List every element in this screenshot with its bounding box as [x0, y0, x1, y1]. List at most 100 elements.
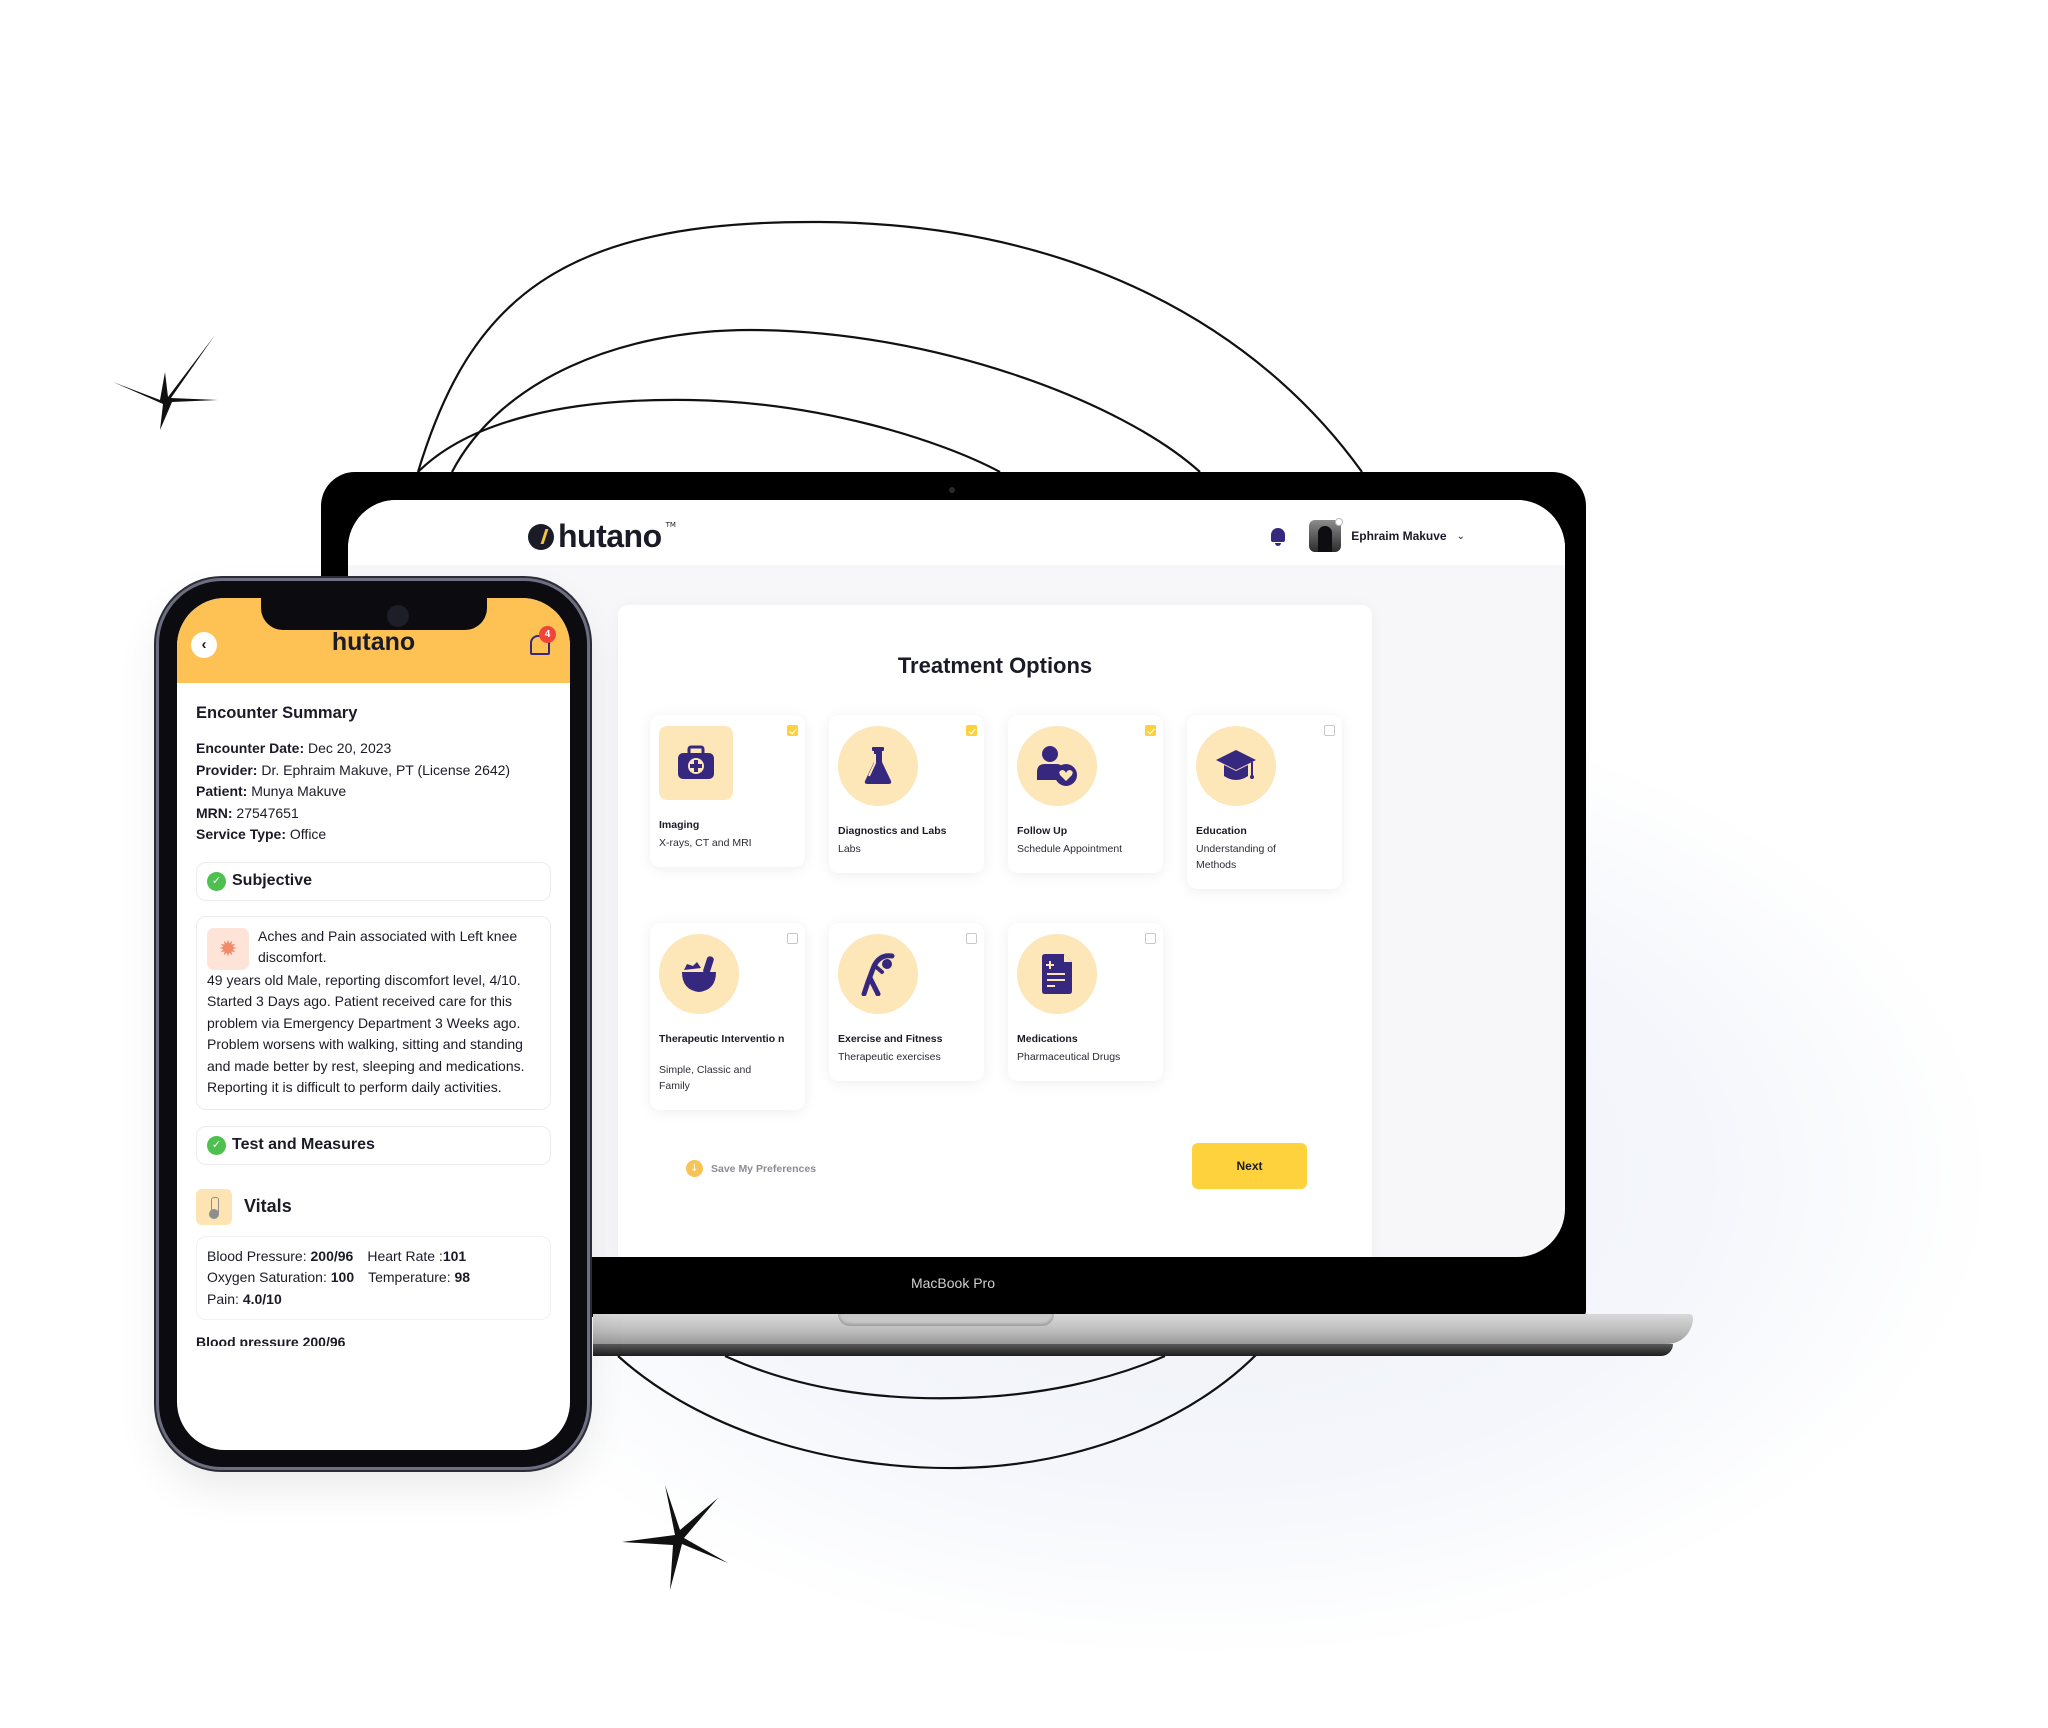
check-circle-icon: ✓ — [207, 871, 226, 891]
section-label: Test and Measures — [232, 1136, 375, 1153]
app-header: hutano TM Ephraim Makuve ⌄ — [348, 500, 1565, 565]
option-education[interactable]: Education Understanding of Methods — [1187, 715, 1342, 889]
field-value: Dr. Ephraim Makuve, PT (License 2642) — [257, 761, 511, 778]
vitals-row: Pain: 4.0/10 — [207, 1289, 540, 1311]
vital-value: 200/96 — [310, 1247, 354, 1264]
stretching-person-icon — [838, 934, 918, 1014]
user-menu[interactable]: Ephraim Makuve ⌄ — [1271, 518, 1465, 552]
field-value: Munya Makuve — [247, 783, 347, 799]
option-description: Therapeutic exercises — [838, 1051, 941, 1063]
option-therapeutic-intervention[interactable]: Therapeutic Interventio n Simple, Classi… — [650, 923, 805, 1110]
vital-value: 98 — [454, 1269, 471, 1285]
field-value: 27547651 — [232, 804, 299, 821]
complaint-card: ✹ Aches and Pain associated with Left kn… — [196, 915, 551, 1110]
vitals-header: Vitals — [196, 1188, 551, 1225]
phone-camera — [387, 605, 409, 627]
phone-header: ‹ hutano 4 — [177, 598, 570, 683]
option-name: Therapeutic Interventio n — [659, 1033, 785, 1045]
option-description: X-rays, CT and MRI — [659, 837, 752, 849]
option-checkbox[interactable] — [1324, 725, 1335, 736]
treatment-options-card: Treatment Options Imaging X-rays, CT and… — [618, 605, 1372, 1257]
notification-bell-icon[interactable] — [1271, 526, 1286, 546]
option-name: Medications — [1017, 1033, 1078, 1045]
chevron-down-icon[interactable]: ⌄ — [1457, 531, 1465, 542]
vital-value: 101 — [442, 1247, 467, 1264]
option-name: Diagnostics and Labs — [838, 825, 947, 837]
logo-text: hutano — [558, 518, 662, 554]
option-name: Follow Up — [1017, 825, 1068, 837]
page-title: Treatment Options — [897, 653, 1093, 678]
option-description: Schedule Appointment — [1017, 843, 1123, 855]
option-medications[interactable]: Medications Pharmaceutical Drugs — [1008, 923, 1163, 1081]
option-checkbox[interactable] — [966, 725, 977, 736]
next-button[interactable]: Next — [1192, 1143, 1307, 1189]
phone-screen: ‹ hutano 4 Encounter Summary Encounter D… — [177, 598, 570, 1450]
download-arrow-icon: ↓ — [686, 1160, 703, 1177]
vital-label: Heart Rate : — [367, 1247, 443, 1264]
laptop-open-notch — [838, 1314, 1054, 1326]
orbit-arc-bottom-inner — [724, 1354, 1166, 1400]
provider-row: Provider: Dr. Ephraim Makuve, PT (Licens… — [196, 760, 551, 782]
option-name: Imaging — [659, 819, 700, 831]
option-checkbox[interactable] — [1145, 933, 1156, 944]
hutano-logo[interactable]: hutano TM — [528, 518, 676, 555]
field-label: MRN: — [196, 804, 233, 821]
service-type-row: Service Type: Office — [196, 824, 551, 846]
encounter-title: Encounter Summary — [196, 704, 358, 722]
avatar-wrapper — [1309, 518, 1344, 552]
field-label: Provider: — [196, 761, 258, 778]
field-value: Dec 20, 2023 — [304, 740, 392, 756]
option-diagnostics-and-labs[interactable]: Diagnostics and Labs Labs — [829, 715, 984, 873]
prescription-document-icon — [1017, 934, 1097, 1014]
laptop-camera — [949, 487, 955, 493]
medical-kit-icon — [659, 726, 733, 800]
thermometer-icon — [196, 1188, 232, 1225]
laptop-base — [593, 1314, 1693, 1344]
option-exercise-and-fitness[interactable]: Exercise and Fitness Therapeutic exercis… — [829, 923, 984, 1081]
option-name: Education — [1196, 825, 1247, 837]
orbit-arc-middle — [451, 328, 1201, 473]
option-checkbox[interactable] — [787, 725, 798, 736]
cutoff-content: Blood pressure 200/96 — [196, 1334, 346, 1346]
orbit-arc-inner — [417, 398, 1001, 473]
vitals-label: Vitals — [244, 1196, 292, 1216]
encounter-summary: Encounter Summary Encounter Date: Dec 20… — [196, 683, 551, 1346]
option-description: Simple, Classic and Family — [659, 1064, 752, 1092]
vitals-card: Blood Pressure: 200/96 Heart Rate :101 Ox… — [196, 1235, 551, 1320]
orbit-arc-bottom-outer — [617, 1339, 1271, 1470]
hutano-logo-icon — [528, 523, 554, 550]
option-checkbox[interactable] — [966, 933, 977, 944]
orbit-arc-outer — [416, 220, 1363, 473]
option-follow-up[interactable]: Follow Up Schedule Appointment — [1008, 715, 1163, 873]
sparkle-star-bottom — [622, 1485, 728, 1590]
field-label: Patient: — [196, 783, 248, 799]
mortar-pestle-icon — [659, 934, 739, 1014]
encounter-details: Encounter Date: Dec 20, 2023 Provider: D… — [196, 738, 551, 846]
option-checkbox[interactable] — [1145, 725, 1156, 736]
vital-label: Oxygen Saturation: — [207, 1269, 331, 1285]
field-label: Service Type: — [196, 826, 287, 842]
complaint-title: Aches and Pain associated with Left knee… — [258, 927, 518, 966]
option-name: Exercise and Fitness — [838, 1033, 943, 1045]
subjective-section[interactable]: ✓ Subjective — [196, 861, 551, 901]
user-name[interactable]: Ephraim Makuve — [1351, 529, 1446, 543]
sparkle-star-top-left — [113, 335, 218, 430]
vital-label: Temperature: — [368, 1269, 455, 1285]
graduation-cap-icon — [1196, 726, 1276, 806]
vitals-row: Blood Pressure: 200/96 Heart Rate :101 — [207, 1246, 540, 1268]
encounter-date-row: Encounter Date: Dec 20, 2023 — [196, 738, 551, 760]
option-imaging[interactable]: Imaging X-rays, CT and MRI — [650, 715, 805, 867]
vitals-row: Oxygen Saturation: 100 Temperature: 98 — [207, 1267, 540, 1289]
flask-icon — [838, 726, 918, 806]
laptop-base-edge — [593, 1344, 1673, 1356]
field-label: Encounter Date: — [196, 740, 305, 756]
patient-row: Patient: Munya Makuve — [196, 781, 551, 803]
save-preferences-button[interactable]: ↓ Save My Preferences — [686, 1160, 816, 1177]
phone-notch — [261, 598, 487, 630]
option-description: Understanding of Methods — [1196, 843, 1276, 871]
notification-badge: 4 — [539, 626, 556, 643]
test-and-measures-section[interactable]: ✓ Test and Measures — [196, 1125, 551, 1165]
check-circle-icon: ✓ — [207, 1135, 226, 1155]
option-description: Labs — [838, 843, 861, 855]
option-checkbox[interactable] — [787, 933, 798, 944]
